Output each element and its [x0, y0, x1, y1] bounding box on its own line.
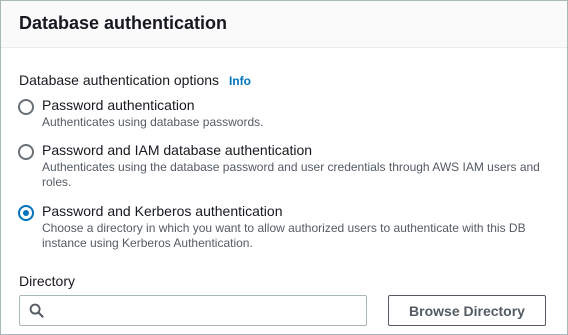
radio-option-password[interactable]: Password authentication Authenticates us… [18, 97, 557, 133]
radio-option-password-iam[interactable]: Password and IAM database authentication… [18, 142, 557, 192]
radio-button-password-kerberos[interactable] [18, 205, 34, 221]
directory-search-box[interactable] [19, 295, 367, 326]
radio-label-password-iam: Password and IAM database authentication [42, 142, 313, 158]
radio-description-password-iam: Authenticates using the database passwor… [42, 160, 540, 189]
radio-button-password[interactable] [18, 99, 34, 115]
radio-description-password-kerberos: Choose a directory in which you want to … [42, 221, 526, 250]
radio-label-password: Password authentication [42, 97, 195, 113]
browse-directory-button[interactable]: Browse Directory [388, 295, 546, 326]
directory-search-input[interactable] [52, 300, 356, 322]
radio-description-password: Authenticates using database passwords. [42, 115, 264, 129]
panel-title: Database authentication [19, 13, 228, 33]
search-icon [29, 303, 44, 318]
database-authentication-panel: Database authentication Database authent… [0, 0, 568, 335]
auth-options-label: Database authentication options Info [19, 71, 251, 90]
radio-option-password-kerberos[interactable]: Password and Kerberos authentication Cho… [18, 203, 557, 253]
panel-header: Database authentication [1, 1, 567, 48]
radio-label-password-kerberos: Password and Kerberos authentication [42, 203, 283, 219]
info-link[interactable]: Info [229, 74, 251, 88]
auth-options-label-text: Database authentication options [19, 72, 220, 88]
radio-button-password-iam[interactable] [18, 144, 34, 160]
directory-label: Directory [19, 273, 76, 289]
